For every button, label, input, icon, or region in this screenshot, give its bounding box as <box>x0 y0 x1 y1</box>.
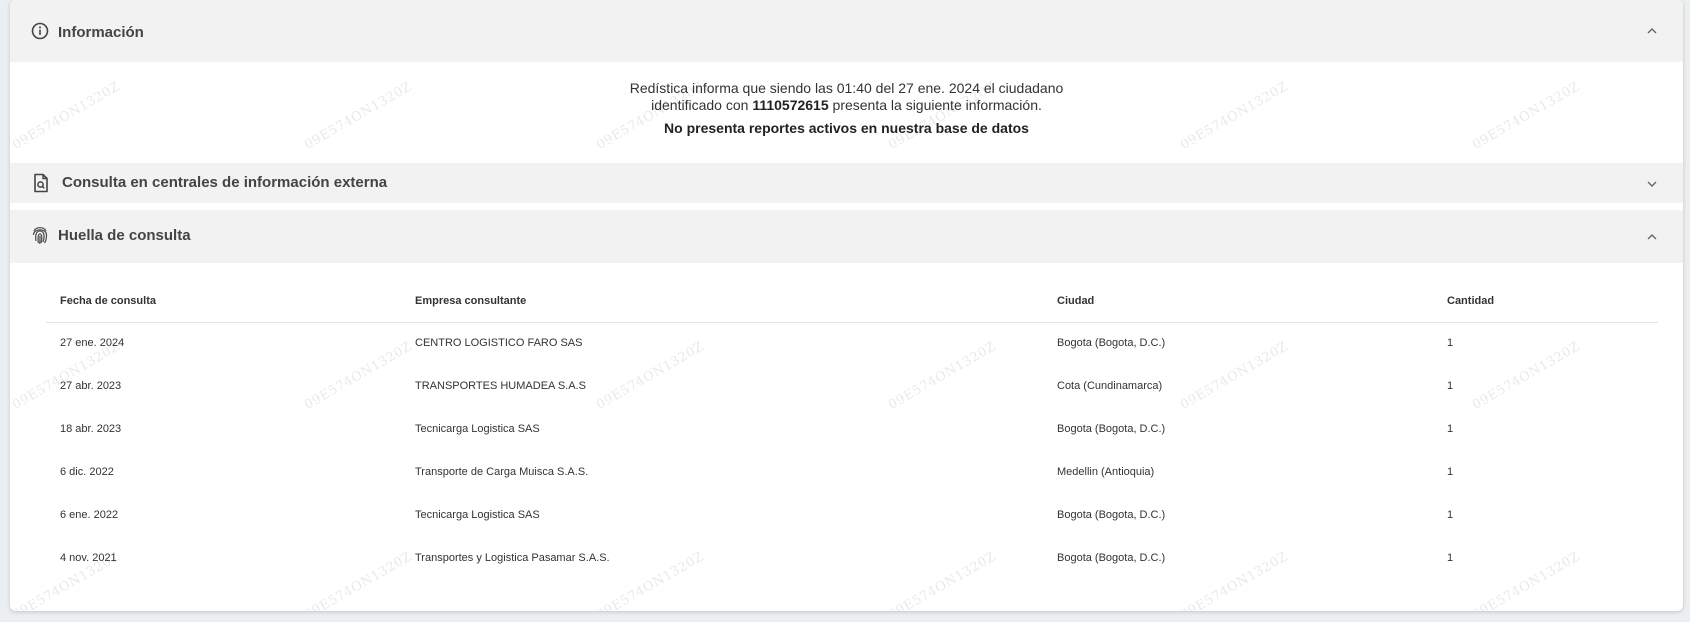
cell-cantidad: 1 <box>1447 337 1454 349</box>
cell-fecha: 27 abr. 2023 <box>60 380 122 392</box>
column-header-cantidad[interactable]: Cantidad <box>1447 295 1494 307</box>
cell-cantidad: 1 <box>1447 380 1454 392</box>
column-header-empresa[interactable]: Empresa consultante <box>415 295 526 307</box>
cell-ciudad: Bogota (Bogota, D.C.) <box>1057 509 1166 521</box>
cell-cantidad: 1 <box>1447 509 1454 521</box>
chevron-up-icon[interactable] <box>1645 230 1659 244</box>
informacion-title: Información <box>58 24 144 41</box>
consulta-externa-title: Consulta en centrales de información ext… <box>62 174 388 191</box>
cell-empresa: Tecnicarga Logistica SAS <box>415 423 540 435</box>
consulta-externa-section-header[interactable]: Consulta en centrales de información ext… <box>10 163 1683 203</box>
info-circle-icon <box>31 22 49 40</box>
table-row: 4 nov. 2021 Transportes y Logistica Pasa… <box>46 538 1658 581</box>
report-card: 09E574ON1320Z 09E574ON1320Z 09E574ON1320Z 0… <box>10 0 1683 611</box>
cell-ciudad: Bogota (Bogota, D.C.) <box>1057 552 1166 564</box>
cell-fecha: 4 nov. 2021 <box>60 552 117 564</box>
chevron-down-icon[interactable] <box>1645 177 1659 191</box>
cell-cantidad: 1 <box>1447 423 1454 435</box>
column-header-ciudad[interactable]: Ciudad <box>1057 295 1094 307</box>
huella-section-header[interactable]: Huella de consulta <box>10 210 1683 263</box>
cell-ciudad: Bogota (Bogota, D.C.) <box>1057 337 1166 349</box>
cell-fecha: 6 dic. 2022 <box>60 466 114 478</box>
informacion-section-header[interactable]: Información <box>10 0 1683 62</box>
table-row: 27 abr. 2023 TRANSPORTES HUMADEA S.A.S C… <box>46 366 1658 409</box>
cell-ciudad: Bogota (Bogota, D.C.) <box>1057 423 1166 435</box>
cell-empresa: Transportes y Logistica Pasamar S.A.S. <box>415 552 610 564</box>
cell-cantidad: 1 <box>1447 466 1454 478</box>
informacion-body: Redística informa que siendo las 01:40 d… <box>10 80 1683 137</box>
cell-empresa: CENTRO LOGISTICO FARO SAS <box>415 337 583 349</box>
info-line-1: Redística informa que siendo las 01:40 d… <box>629 80 1064 96</box>
cell-ciudad: Medellin (Antioquia) <box>1057 466 1155 478</box>
cell-empresa: Tecnicarga Logistica SAS <box>415 509 540 521</box>
info-line-2-prefix: identificado con <box>651 97 753 113</box>
table-row: 27 ene. 2024 CENTRO LOGISTICO FARO SAS B… <box>46 323 1658 366</box>
cell-cantidad: 1 <box>1447 552 1454 564</box>
column-header-fecha[interactable]: Fecha de consulta <box>60 295 156 307</box>
huella-table: Fecha de consulta Empresa consultante Ci… <box>46 282 1658 581</box>
info-line-2-suffix: presenta la siguiente información. <box>828 97 1042 113</box>
fingerprint-icon <box>31 225 49 245</box>
cell-ciudad: Cota (Cundinamarca) <box>1057 380 1163 392</box>
cell-empresa: Transporte de Carga Muisca S.A.S. <box>415 466 589 478</box>
status-message: No presenta reportes activos en nuestra … <box>664 120 1029 136</box>
table-row: 18 abr. 2023 Tecnicarga Logistica SAS Bo… <box>46 409 1658 452</box>
document-search-icon <box>33 173 49 193</box>
info-line-2: identificado con 1110572615 presenta la … <box>10 97 1683 114</box>
table-row: 6 ene. 2022 Tecnicarga Logistica SAS Bog… <box>46 495 1658 538</box>
table-row: 6 dic. 2022 Transporte de Carga Muisca S… <box>46 452 1658 495</box>
cell-fecha: 27 ene. 2024 <box>60 337 125 349</box>
cell-fecha: 6 ene. 2022 <box>60 509 119 521</box>
chevron-up-icon[interactable] <box>1645 24 1659 38</box>
table-header: Fecha de consulta Empresa consultante Ci… <box>46 282 1658 323</box>
cell-fecha: 18 abr. 2023 <box>60 423 122 435</box>
huella-title: Huella de consulta <box>58 227 191 244</box>
cell-empresa: TRANSPORTES HUMADEA S.A.S <box>415 380 586 392</box>
document-id: 1110572615 <box>752 97 829 113</box>
